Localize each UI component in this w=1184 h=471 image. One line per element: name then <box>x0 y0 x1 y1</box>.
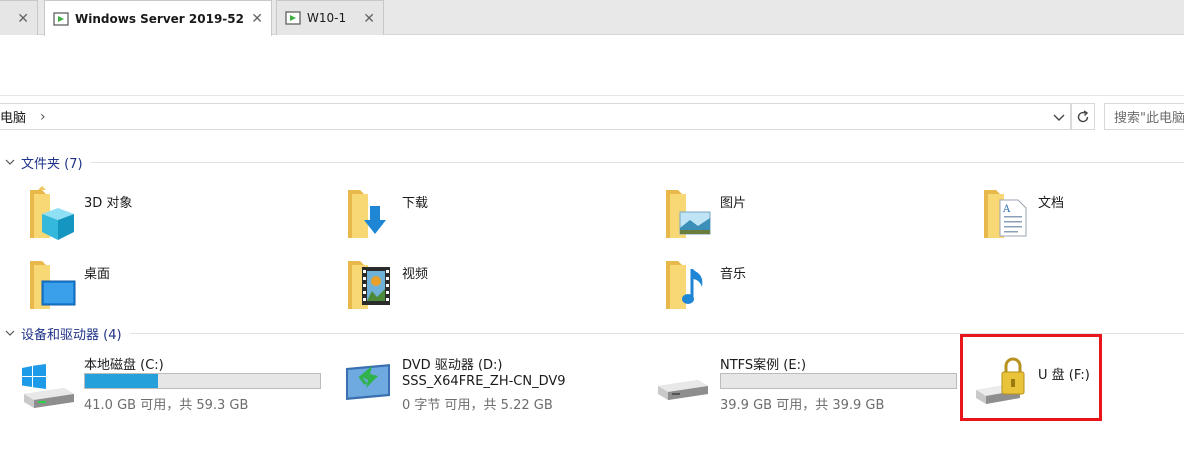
drive-volume-label: SSS_X64FRE_ZH-CN_DV9 <box>402 374 566 389</box>
vm-icon <box>285 11 301 25</box>
section-divider <box>90 161 1184 163</box>
drive-c[interactable]: 本地磁盘 (C:) 41.0 GB 可用，共 59.3 GB <box>20 354 330 424</box>
annotation-highlight-box <box>960 334 1102 421</box>
documents-folder-icon: A <box>984 190 1027 238</box>
vm-icon <box>53 11 69 26</box>
close-icon[interactable]: ✕ <box>17 11 29 27</box>
drive-usage-bar <box>84 373 321 389</box>
desktop-folder-icon <box>30 261 76 309</box>
vm-tab-bar: ✕ Windows Server 2019-52 ✕ W10-1 ✕ <box>0 0 1184 36</box>
ribbon-area <box>0 36 1184 96</box>
drive-name: 本地磁盘 (C:) <box>84 358 164 373</box>
drive-name: DVD 驱动器 (D:) <box>402 358 503 373</box>
address-bar[interactable]: 电脑 › <box>0 103 1071 130</box>
tab-windows-server[interactable]: Windows Server 2019-52 ✕ <box>44 0 272 36</box>
section-title: 设备和驱动器 (4) <box>21 327 122 343</box>
drive-usage-fill <box>85 374 158 388</box>
refresh-button[interactable] <box>1071 103 1095 130</box>
close-icon[interactable]: ✕ <box>363 11 375 27</box>
tab-label: Windows Server 2019-52 <box>75 11 244 26</box>
folder-item-3d-objects[interactable]: 3D 对象 <box>28 186 328 246</box>
folder-item-desktop[interactable]: 桌面 <box>28 257 328 317</box>
folder-label: 3D 对象 <box>84 196 133 211</box>
svg-text:A: A <box>1002 204 1011 215</box>
address-path: 电脑 <box>0 111 27 126</box>
drive-space: 41.0 GB 可用，共 59.3 GB <box>84 398 249 413</box>
hard-drive-icon <box>658 380 708 400</box>
downloads-folder-icon <box>348 190 386 238</box>
pictures-folder-icon <box>666 190 711 238</box>
chevron-down-icon[interactable] <box>5 328 15 338</box>
folder-label: 下载 <box>402 196 429 211</box>
drive-d[interactable]: DVD 驱动器 (D:) SSS_X64FRE_ZH-CN_DV9 0 字节 可… <box>338 354 648 424</box>
folder-label: 视频 <box>402 267 429 282</box>
search-input[interactable]: 搜索"此电脑" <box>1104 103 1184 130</box>
folder-item-downloads[interactable]: 下载 <box>346 186 646 246</box>
dvd-drive-icon <box>346 364 390 400</box>
folder-item-music[interactable]: 音乐 <box>664 257 964 317</box>
search-placeholder: 搜索"此电脑" <box>1114 111 1184 126</box>
folder-label: 文档 <box>1038 196 1065 211</box>
drive-space: 0 字节 可用，共 5.22 GB <box>402 398 553 413</box>
close-icon[interactable]: ✕ <box>251 11 263 27</box>
folder-item-documents[interactable]: A 文档 <box>982 186 1184 246</box>
address-row: 电脑 › 搜索"此电脑" <box>0 101 1184 132</box>
chevron-right-icon[interactable]: › <box>40 109 46 125</box>
tab-w10[interactable]: W10-1 ✕ <box>276 0 384 35</box>
section-title: 文件夹 (7) <box>21 156 83 172</box>
chevron-down-icon[interactable] <box>1052 110 1066 124</box>
3d-objects-folder-icon <box>30 186 74 240</box>
music-folder-icon <box>666 261 703 309</box>
folder-label: 音乐 <box>720 267 747 282</box>
drive-usage-bar <box>720 373 957 389</box>
folder-label: 图片 <box>720 196 747 211</box>
folder-item-pictures[interactable]: 图片 <box>664 186 964 246</box>
folders-section-header[interactable]: 文件夹 (7) <box>0 152 1184 172</box>
drive-name: NTFS案例 (E:) <box>720 358 807 373</box>
drive-space: 39.9 GB 可用，共 39.9 GB <box>720 398 885 413</box>
videos-folder-icon <box>348 261 390 309</box>
windows-drive-icon <box>22 364 74 408</box>
refresh-icon <box>1077 109 1089 122</box>
drive-e[interactable]: NTFS案例 (E:) 39.9 GB 可用，共 39.9 GB <box>656 354 966 424</box>
tab-previous[interactable]: ✕ <box>0 0 38 35</box>
folder-item-videos[interactable]: 视频 <box>346 257 646 317</box>
folder-label: 桌面 <box>84 267 111 282</box>
tab-label: W10-1 <box>307 11 347 25</box>
chevron-down-icon[interactable] <box>5 157 15 167</box>
